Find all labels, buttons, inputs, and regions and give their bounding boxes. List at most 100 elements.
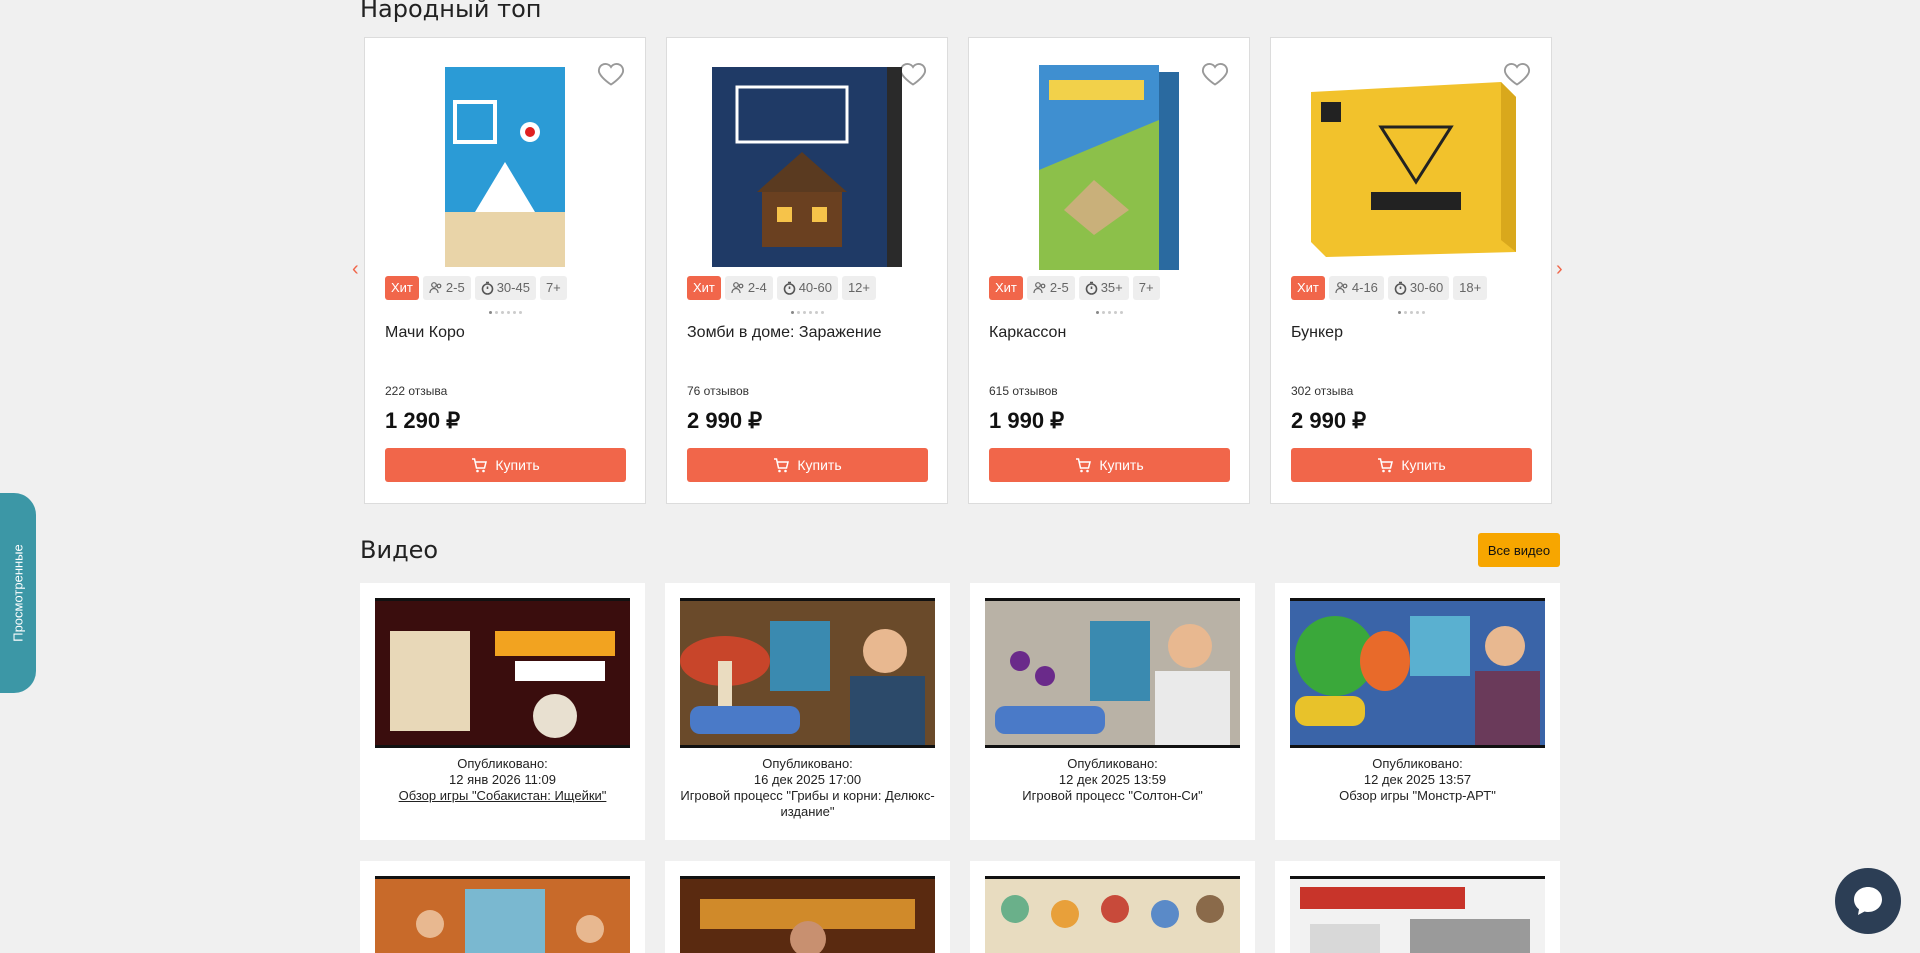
buy-button[interactable]: Купить xyxy=(687,448,928,482)
video-thumbnail[interactable] xyxy=(1290,876,1545,953)
video-published-label: Опубликовано: xyxy=(1067,756,1158,771)
buy-label: Купить xyxy=(1099,457,1144,473)
product-reviews[interactable]: 302 отзыва xyxy=(1291,384,1353,398)
buy-label: Купить xyxy=(797,457,842,473)
time-tag: 40-60 xyxy=(776,276,838,300)
video-thumbnail[interactable] xyxy=(985,876,1240,953)
video-card[interactable]: Опубликовано: 16 дек 2025 17:00 Игровой … xyxy=(665,583,950,840)
time-tag: 35+ xyxy=(1078,276,1129,300)
buy-label: Купить xyxy=(495,457,540,473)
image-dots xyxy=(667,311,947,314)
hit-badge: Хит xyxy=(687,276,721,300)
video-thumbnail[interactable] xyxy=(375,876,630,953)
video-meta: Опубликовано: 12 дек 2025 13:57 Обзор иг… xyxy=(1275,756,1560,804)
product-tags: Хит 4-16 30-60 18+ xyxy=(1291,276,1488,300)
players-icon xyxy=(1335,282,1348,294)
all-videos-button[interactable]: Все видео xyxy=(1478,533,1560,567)
video-title[interactable]: Обзор игры "Собакистан: Ищейки" xyxy=(360,788,645,804)
video-card[interactable]: Опубликовано: 12 дек 2025 13:59 Игровой … xyxy=(970,583,1255,840)
product-card[interactable]: Хит 2-5 35+ 7+ Каркассон 615 отзывов 1 9… xyxy=(968,37,1250,504)
players-icon xyxy=(429,282,442,294)
video-card[interactable] xyxy=(970,861,1255,953)
product-reviews[interactable]: 222 отзыва xyxy=(385,384,447,398)
cart-icon xyxy=(774,457,790,472)
timer-icon xyxy=(783,281,795,295)
timer-icon xyxy=(481,281,493,295)
viewed-label: Просмотренные xyxy=(10,544,26,642)
players-icon xyxy=(1033,282,1046,294)
video-date: 16 дек 2025 17:00 xyxy=(753,772,862,787)
players-icon xyxy=(731,282,744,294)
video-meta: Опубликовано: 12 янв 2026 11:09 Обзор иг… xyxy=(360,756,645,804)
product-name[interactable]: Бункер xyxy=(1291,324,1343,342)
video-meta: Опубликовано: 16 дек 2025 17:00 Игровой … xyxy=(665,756,950,820)
players-tag: 2-5 xyxy=(1026,276,1075,300)
product-name[interactable]: Мачи Коро xyxy=(385,324,465,342)
video-title[interactable]: Игровой процесс "Грибы и корни: Делюкс-и… xyxy=(665,788,950,820)
image-dots xyxy=(1271,311,1551,314)
video-card[interactable]: Опубликовано: 12 янв 2026 11:09 Обзор иг… xyxy=(360,583,645,840)
video-card[interactable] xyxy=(1275,861,1560,953)
video-title[interactable]: Игровой процесс "Солтон-Си" xyxy=(970,788,1255,804)
time-value: 30-45 xyxy=(496,280,530,295)
video-meta: Опубликовано: 12 дек 2025 13:59 Игровой … xyxy=(970,756,1255,804)
players-tag: 4-16 xyxy=(1328,276,1384,300)
players-value: 2-5 xyxy=(445,280,465,295)
product-price: 2 990 ₽ xyxy=(1291,408,1367,433)
video-date: 12 дек 2025 13:59 xyxy=(1058,772,1167,787)
buy-label: Купить xyxy=(1401,457,1446,473)
cart-icon xyxy=(472,457,488,472)
players-value: 2-5 xyxy=(1049,280,1069,295)
image-dots xyxy=(365,311,645,314)
image-dots xyxy=(969,311,1249,314)
product-card[interactable]: Хит 4-16 30-60 18+ Бункер 302 отзыва 2 9… xyxy=(1270,37,1552,504)
product-name[interactable]: Зомби в доме: Заражение xyxy=(687,324,882,342)
product-image[interactable] xyxy=(385,56,625,278)
product-image[interactable] xyxy=(989,56,1229,278)
product-card[interactable]: Хит 2-4 40-60 12+ Зомби в доме: Заражени… xyxy=(666,37,948,504)
video-card[interactable] xyxy=(665,861,950,953)
product-name[interactable]: Каркассон xyxy=(989,324,1066,342)
section-title-video: Видео xyxy=(360,536,439,564)
video-thumbnail[interactable] xyxy=(985,598,1240,748)
players-tag: 2-4 xyxy=(724,276,773,300)
video-published-label: Опубликовано: xyxy=(1372,756,1463,771)
time-value: 30-60 xyxy=(1409,280,1444,295)
video-thumbnail[interactable] xyxy=(680,598,935,748)
buy-button[interactable]: Купить xyxy=(1291,448,1532,482)
video-date: 12 дек 2025 13:57 xyxy=(1363,772,1472,787)
timer-icon xyxy=(1394,281,1407,295)
chat-icon xyxy=(1854,887,1882,915)
video-published-label: Опубликовано: xyxy=(762,756,853,771)
product-carousel: Хит 2-5 30-45 7+ Мачи Коро 222 отзыва 1 … xyxy=(364,37,1554,504)
product-price: 1 290 ₽ xyxy=(385,408,461,433)
product-price: 1 990 ₽ xyxy=(989,408,1065,433)
video-title[interactable]: Обзор игры "Монстр-АРТ" xyxy=(1275,788,1560,804)
video-card[interactable]: Опубликовано: 12 дек 2025 13:57 Обзор иг… xyxy=(1275,583,1560,840)
video-thumbnail[interactable] xyxy=(680,876,935,953)
video-thumbnail[interactable] xyxy=(1290,598,1545,748)
age-tag: 7+ xyxy=(1132,276,1160,300)
section-title-top: Народный топ xyxy=(360,0,542,23)
timer-icon xyxy=(1085,281,1097,295)
chat-button[interactable] xyxy=(1835,868,1901,934)
players-tag: 2-5 xyxy=(422,276,471,300)
carousel-next-arrow[interactable]: › xyxy=(1556,258,1563,281)
video-date: 12 янв 2026 11:09 xyxy=(449,772,556,787)
carousel-prev-arrow[interactable]: ‹ xyxy=(352,258,359,281)
time-tag: 30-45 xyxy=(474,276,536,300)
cart-icon xyxy=(1378,457,1394,472)
hit-badge: Хит xyxy=(989,276,1023,300)
product-tags: Хит 2-4 40-60 12+ xyxy=(687,276,876,300)
video-card[interactable] xyxy=(360,861,645,953)
product-card[interactable]: Хит 2-5 30-45 7+ Мачи Коро 222 отзыва 1 … xyxy=(364,37,646,504)
product-tags: Хит 2-5 30-45 7+ xyxy=(385,276,567,300)
product-image[interactable] xyxy=(687,56,927,278)
product-reviews[interactable]: 615 отзывов xyxy=(989,384,1058,398)
product-image[interactable] xyxy=(1291,56,1531,278)
viewed-sidebar-tab[interactable]: Просмотренные xyxy=(0,493,36,693)
product-reviews[interactable]: 76 отзывов xyxy=(687,384,749,398)
buy-button[interactable]: Купить xyxy=(385,448,626,482)
video-thumbnail[interactable] xyxy=(375,598,630,748)
buy-button[interactable]: Купить xyxy=(989,448,1230,482)
